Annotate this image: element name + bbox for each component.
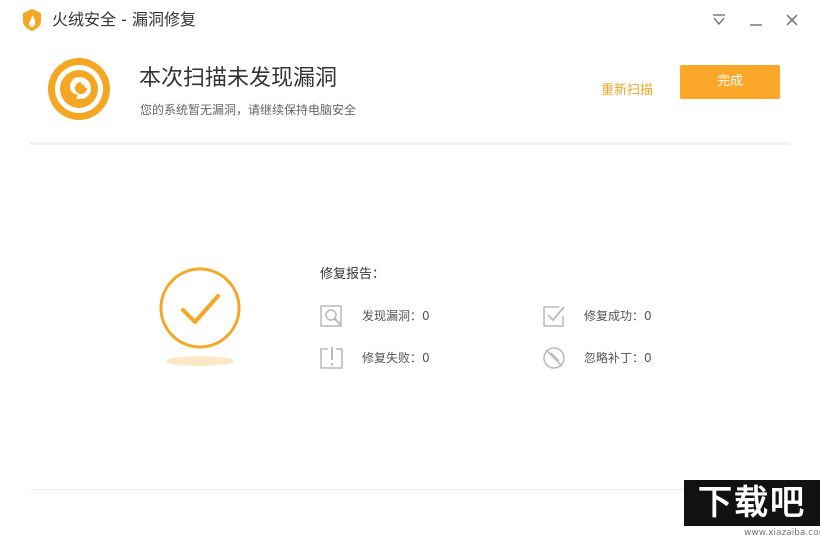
minimize-button[interactable] [746, 10, 766, 30]
warning-icon [320, 347, 343, 369]
stat-fixed-label: 修复成功：0 [584, 309, 652, 323]
success-check-icon [159, 267, 241, 366]
report-title: 修复报告： [320, 267, 386, 282]
search-icon [320, 305, 342, 327]
footer-divider [30, 489, 790, 490]
header-divider [30, 142, 790, 145]
window-title: 火绒安全 - 漏洞修复 [52, 10, 196, 29]
scan-result-subline: 您的系统暂无漏洞，请继续保持电脑安全 [140, 103, 357, 117]
vulnerability-shield-icon [48, 58, 110, 120]
huorong-logo-icon [23, 9, 41, 31]
stat-failed-label: 修复失败：0 [362, 351, 430, 365]
close-icon [786, 14, 798, 26]
watermark-url: www.xiazaiba.com [744, 528, 820, 538]
watermark-logo: 下载吧 [684, 480, 820, 526]
ignore-icon [543, 347, 565, 369]
stat-found-label: 发现漏洞：0 [362, 309, 430, 323]
xiazaiba-watermark: 下载吧 www.xiazaiba.com [684, 480, 820, 540]
minimize-icon [750, 24, 762, 26]
done-button[interactable]: 完成 [680, 65, 780, 99]
menu-dropdown-button[interactable] [709, 10, 729, 30]
check-square-icon [543, 306, 565, 327]
close-button[interactable] [782, 10, 802, 30]
title-bar: 火绒安全 - 漏洞修复 [0, 0, 820, 40]
rescan-link[interactable]: 重新扫描 [601, 82, 653, 100]
stat-ignored-label: 忽略补丁：0 [584, 351, 652, 365]
menu-chevron-icon [713, 14, 725, 26]
scan-result-headline: 本次扫描未发现漏洞 [139, 66, 338, 91]
